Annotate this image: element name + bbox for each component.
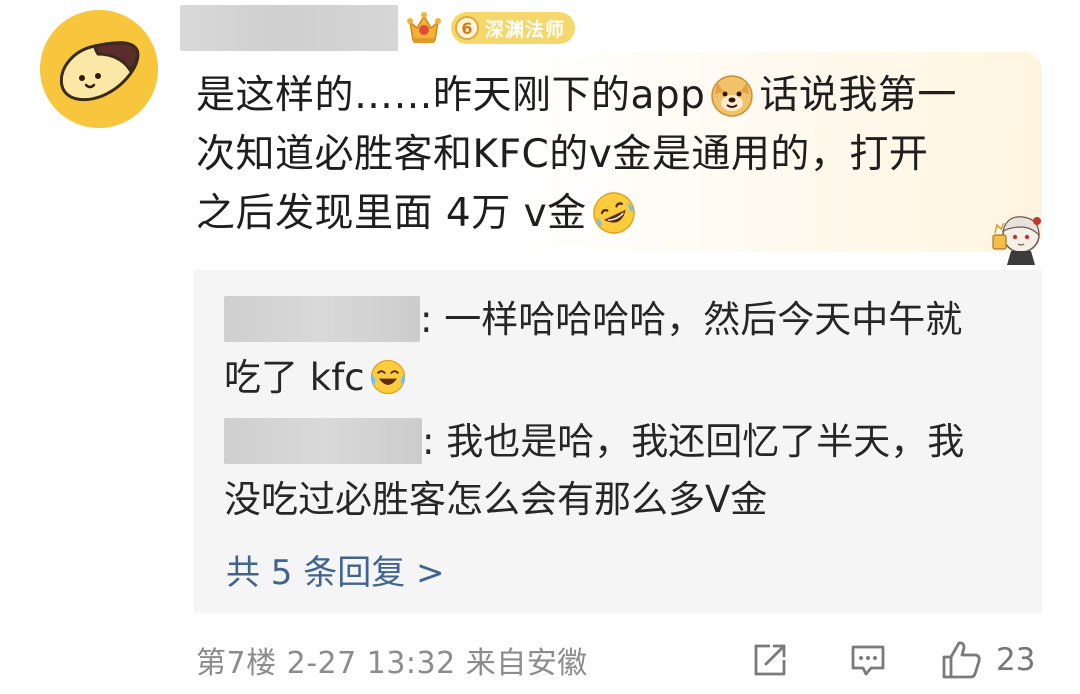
comment-icon — [851, 645, 885, 676]
level-title: 深渊法师 — [485, 18, 566, 41]
comment-line-1: 是这样的……昨天刚下的app 话说我第一 — [196, 66, 1006, 125]
reply-text-a: : 一样哈哈哈哈，然后今天中午就 — [420, 298, 963, 341]
comment-button[interactable] — [848, 640, 888, 680]
level-number: 6 — [455, 16, 479, 40]
like-button[interactable]: 23 — [940, 638, 1035, 682]
reply-line-1: : 我也是哈，我还回忆了半天，我 — [224, 413, 1014, 471]
action-bar: 23 — [750, 636, 1035, 684]
reply-line-1: : 一样哈哈哈哈，然后今天中午就 — [224, 291, 1014, 349]
level-badge[interactable]: 6 深渊法师 — [451, 12, 576, 44]
comment-line-3-text: 之后发现里面 4万 v金 — [196, 191, 587, 236]
post-meta: 第7楼 2-27 13:32 来自安徽 — [196, 646, 588, 681]
comment-line-1-part-b: 话说我第一 — [759, 73, 957, 118]
share-icon — [754, 644, 786, 676]
view-all-replies-link[interactable]: 共 5 条回复 > — [226, 545, 445, 594]
doge-emoji-icon — [711, 75, 754, 117]
comment-line-1-part-a: 是这样的……昨天刚下的app — [196, 73, 706, 118]
reply-text-b: 吃了 kfc — [224, 356, 365, 399]
reply-line-2: 吃了 kfc — [224, 349, 1014, 407]
sweet-potato-avatar-icon — [40, 10, 158, 128]
comment-line-3: 之后发现里面 4万 v金 — [196, 184, 1006, 243]
thumb-up-icon — [942, 641, 981, 679]
user-avatar[interactable] — [40, 10, 158, 128]
like-count: 23 — [996, 642, 1036, 678]
reply-item[interactable]: : 我也是哈，我还回忆了半天，我 没吃过必胜客怎么会有那么多V金 — [224, 413, 1014, 529]
reply-line-2: 没吃过必胜客怎么会有那么多V金 — [224, 478, 768, 521]
comment-text[interactable]: 是这样的……昨天刚下的app 话说我第一 次知道必胜客和KFC的v金是通用的，打… — [196, 66, 1006, 243]
share-button[interactable] — [750, 640, 790, 680]
username-redacted[interactable] — [180, 5, 398, 51]
reply-username-redacted[interactable] — [224, 418, 422, 464]
rofl-emoji-icon — [592, 192, 635, 234]
laughing-crying-emoji-icon — [370, 359, 405, 395]
reply-text-a: : 我也是哈，我还回忆了半天，我 — [422, 420, 965, 463]
reply-username-redacted[interactable] — [224, 296, 420, 342]
anime-character-sticker-icon — [985, 205, 1051, 271]
crown-badge-icon[interactable] — [404, 8, 444, 48]
comment-line-2: 次知道必胜客和KFC的v金是通用的，打开 — [196, 132, 929, 177]
reply-item[interactable]: : 一样哈哈哈哈，然后今天中午就 吃了 kfc — [224, 291, 1014, 407]
